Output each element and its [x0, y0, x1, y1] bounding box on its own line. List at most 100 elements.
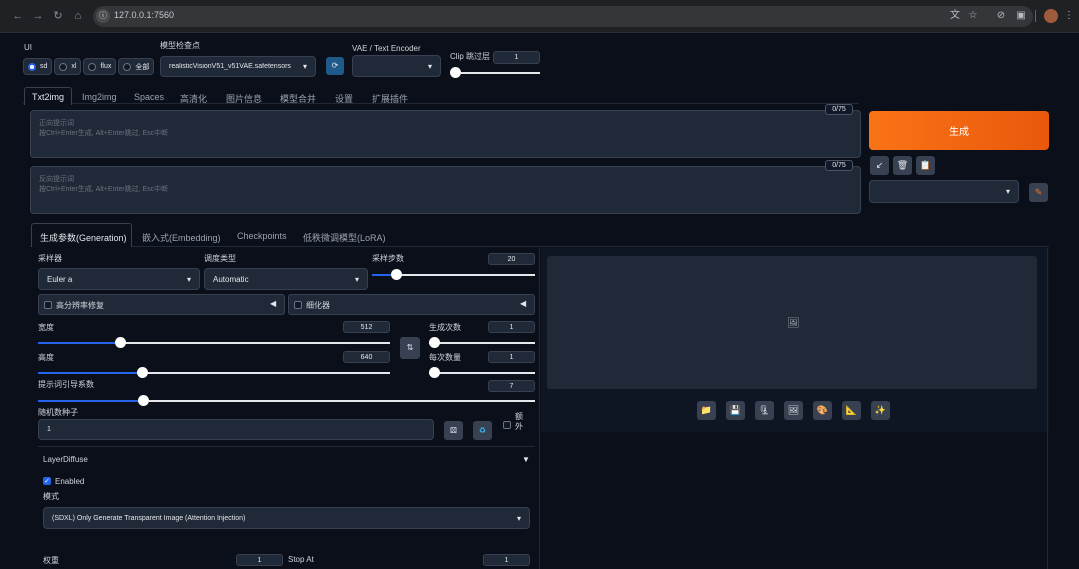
prompt-token-counter: 0/75	[825, 104, 853, 115]
height-value[interactable]: 640	[343, 351, 390, 363]
tab-img2img[interactable]: Img2img	[82, 92, 117, 102]
back-icon[interactable]: ←	[11, 9, 25, 23]
extension-icon[interactable]: ⊘	[994, 9, 1008, 23]
tab-spaces[interactable]: Spaces	[134, 92, 164, 102]
send-inpaint-button[interactable]: 🎨	[813, 401, 832, 420]
prompt-placeholder-label: 正向提示词	[39, 120, 74, 127]
address-bar[interactable]	[93, 6, 1033, 27]
styles-dropdown[interactable]: ▾	[869, 180, 1019, 203]
ui-option-xl[interactable]: xl	[54, 58, 82, 75]
cfg-value[interactable]: 7	[488, 380, 535, 392]
radio-icon	[88, 62, 97, 71]
layerdiffuse-method-dropdown[interactable]: (SDXL) Only Generate Transparent Image (…	[43, 507, 530, 529]
width-value[interactable]: 512	[343, 321, 390, 333]
subtab-lora[interactable]: 低秩微调模型(LoRA)	[303, 231, 386, 244]
section-divider	[38, 446, 535, 447]
upscale-button[interactable]: ✨	[871, 401, 890, 420]
clipboard-icon: 📋	[919, 160, 932, 170]
reload-icon[interactable]: ↻	[51, 9, 65, 23]
weight-label: 权重	[43, 556, 59, 565]
cfg-slider-thumb[interactable]	[138, 395, 149, 406]
bookmark-star-icon[interactable]: ☆	[966, 9, 980, 23]
home-icon[interactable]: ⌂	[71, 9, 85, 23]
clip-slider-track[interactable]	[452, 72, 540, 74]
steps-value[interactable]: 20	[488, 253, 535, 265]
prompt-input[interactable]: 正向提示词 按Ctrl+Enter生成, Alt+Enter跳过, Esc中断	[30, 110, 861, 158]
hires-fix-label: 高分辨率修复	[56, 301, 104, 310]
profile-avatar[interactable]	[1044, 9, 1058, 23]
folder-icon: 📁	[700, 405, 713, 415]
batch-size-slider-track[interactable]	[429, 372, 535, 374]
edit-style-button[interactable]: ✎	[1029, 183, 1048, 202]
open-folder-button[interactable]: 📁	[697, 401, 716, 420]
generate-button[interactable]: 生成	[869, 111, 1049, 150]
batch-count-slider-thumb[interactable]	[429, 337, 440, 348]
menu-icon[interactable]: ⋮	[1062, 9, 1076, 23]
batch-size-slider-thumb[interactable]	[429, 367, 440, 378]
ui-option-flux[interactable]: flux	[83, 58, 117, 75]
subtab-embedding[interactable]: 嵌入式(Embedding)	[142, 231, 221, 244]
collapse-down-icon[interactable]: ▼	[522, 455, 530, 464]
radio-icon	[59, 62, 68, 71]
tab-extensions[interactable]: 扩展插件	[372, 92, 408, 105]
site-info-icon[interactable]: ⓘ	[96, 9, 110, 23]
column-divider	[539, 248, 540, 569]
puzzle-icon[interactable]: ▣	[1014, 9, 1028, 23]
zip-icon: 🗜	[758, 405, 771, 415]
send-img2img-button[interactable]: 🖼	[784, 401, 803, 420]
clear-prompt-button[interactable]: 🗑	[893, 156, 912, 175]
sampler-dropdown[interactable]: Euler a ▾	[38, 268, 200, 290]
ui-option-sd[interactable]: sd	[23, 58, 53, 75]
width-slider-thumb[interactable]	[115, 337, 126, 348]
tab-upscale[interactable]: 高清化	[180, 92, 207, 105]
reuse-seed-button[interactable]: ♻	[473, 421, 492, 440]
seed-input[interactable]: 1	[38, 419, 434, 440]
scheduler-dropdown[interactable]: Automatic ▾	[204, 268, 368, 290]
hires-fix-checkbox[interactable]	[44, 301, 52, 309]
swap-dimensions-button[interactable]: ⇅	[400, 337, 420, 359]
steps-slider-thumb[interactable]	[391, 269, 402, 280]
check-icon: ✓	[44, 478, 50, 485]
ui-option-all[interactable]: 全部	[118, 58, 155, 75]
extra-label: 额外	[515, 412, 523, 431]
batch-count-label: 生成次数	[429, 323, 461, 332]
height-slider-thumb[interactable]	[137, 367, 148, 378]
stop-at-label: Stop At	[288, 555, 314, 564]
style-apply-button[interactable]: 📋	[916, 156, 935, 175]
forward-icon[interactable]: →	[31, 9, 45, 23]
extra-seed-checkbox[interactable]	[503, 421, 511, 429]
ui-radio-group: sd xl flux 全部	[23, 58, 155, 75]
save-icon: 💾	[729, 405, 742, 415]
vae-dropdown[interactable]: ▾	[352, 55, 441, 77]
negative-prompt-input[interactable]: 反向提示词 按Ctrl+Enter生成, Alt+Enter跳过, Esc中断	[30, 166, 861, 214]
height-slider-fill	[38, 372, 143, 374]
collapse-left-icon: ◀	[520, 299, 527, 308]
clip-slider-thumb[interactable]	[450, 67, 461, 78]
palette-icon: 🎨	[816, 405, 829, 415]
weight-value[interactable]: 1	[236, 554, 283, 566]
tab-txt2img[interactable]: Txt2img	[32, 92, 64, 102]
random-seed-button[interactable]: ⚄	[444, 421, 463, 440]
refresh-checkpoint-button[interactable]: ⟳	[326, 57, 344, 75]
tab-merge[interactable]: 模型合并	[280, 92, 316, 105]
batch-count-value[interactable]: 1	[488, 321, 535, 333]
subtab-checkpoints[interactable]: Checkpoints	[237, 231, 287, 241]
translate-icon[interactable]: 文	[948, 9, 962, 23]
tab-settings[interactable]: 设置	[335, 92, 353, 105]
layerdiffuse-enabled-checkbox[interactable]: ✓	[43, 477, 51, 485]
scheduler-label: 调度类型	[204, 254, 236, 263]
subtab-generation[interactable]: 生成参数(Generation)	[40, 231, 127, 244]
send-extras-button[interactable]: 📐	[842, 401, 861, 420]
width-label: 宽度	[38, 323, 54, 332]
refiner-checkbox[interactable]	[294, 301, 302, 309]
layerdiffuse-title[interactable]: LayerDiffuse	[43, 455, 88, 464]
save-button[interactable]: 💾	[726, 401, 745, 420]
paste-params-button[interactable]: ↙	[870, 156, 889, 175]
batch-size-value[interactable]: 1	[488, 351, 535, 363]
checkpoint-dropdown[interactable]: realisticVisionV51_v51VAE.safetensors ▾	[160, 56, 316, 77]
stop-at-value[interactable]: 1	[483, 554, 530, 566]
tab-pnginfo[interactable]: 图片信息	[226, 92, 262, 105]
zip-button[interactable]: 🗜	[755, 401, 774, 420]
clip-value[interactable]: 1	[493, 51, 540, 64]
batch-count-slider-track[interactable]	[429, 342, 535, 344]
